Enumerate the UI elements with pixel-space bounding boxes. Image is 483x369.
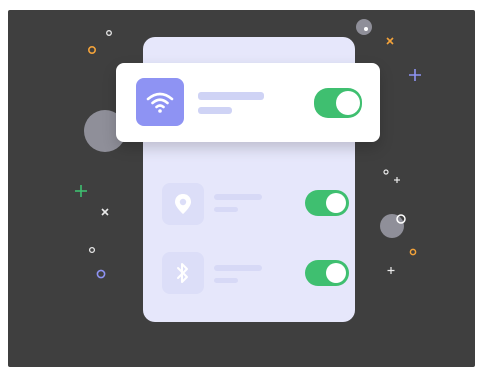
plus-green <box>75 185 87 197</box>
toggle-knob <box>326 193 346 213</box>
wifi-app-icon <box>136 78 184 126</box>
small-gray-circle <box>356 19 372 35</box>
wifi-toggle[interactable] <box>314 88 362 118</box>
toggle-knob <box>326 263 346 283</box>
bluetooth-toggle[interactable] <box>305 260 349 286</box>
bluetooth-subtitle-placeholder <box>214 278 238 283</box>
small-white-dot <box>364 27 368 31</box>
cross-orange <box>386 37 394 45</box>
illustration-backdrop <box>8 10 475 367</box>
plus-white-right <box>387 267 395 274</box>
location-pin-icon <box>175 194 191 214</box>
ring-orange <box>88 45 97 54</box>
wifi-title-placeholder <box>198 92 264 100</box>
plus-white-small <box>394 177 400 183</box>
plus-purple <box>409 69 421 81</box>
location-title-placeholder <box>214 194 262 200</box>
bluetooth-app-icon <box>162 252 204 294</box>
wifi-icon <box>146 92 174 113</box>
wifi-subtitle-placeholder <box>198 107 232 114</box>
ring-purple <box>96 269 106 279</box>
location-app-icon <box>162 183 204 225</box>
ring-white-left <box>88 246 96 254</box>
ring-orange-right <box>409 248 417 256</box>
location-subtitle-placeholder <box>214 207 238 212</box>
toggle-knob <box>336 91 360 115</box>
location-toggle[interactable] <box>305 190 349 216</box>
medium-gray-circle <box>380 214 404 238</box>
ring-white-right <box>383 169 389 175</box>
ring-white-small <box>106 30 112 36</box>
bluetooth-icon <box>177 263 188 283</box>
cross-white <box>101 208 109 216</box>
wifi-setting-card <box>116 63 380 142</box>
bluetooth-title-placeholder <box>214 265 262 271</box>
